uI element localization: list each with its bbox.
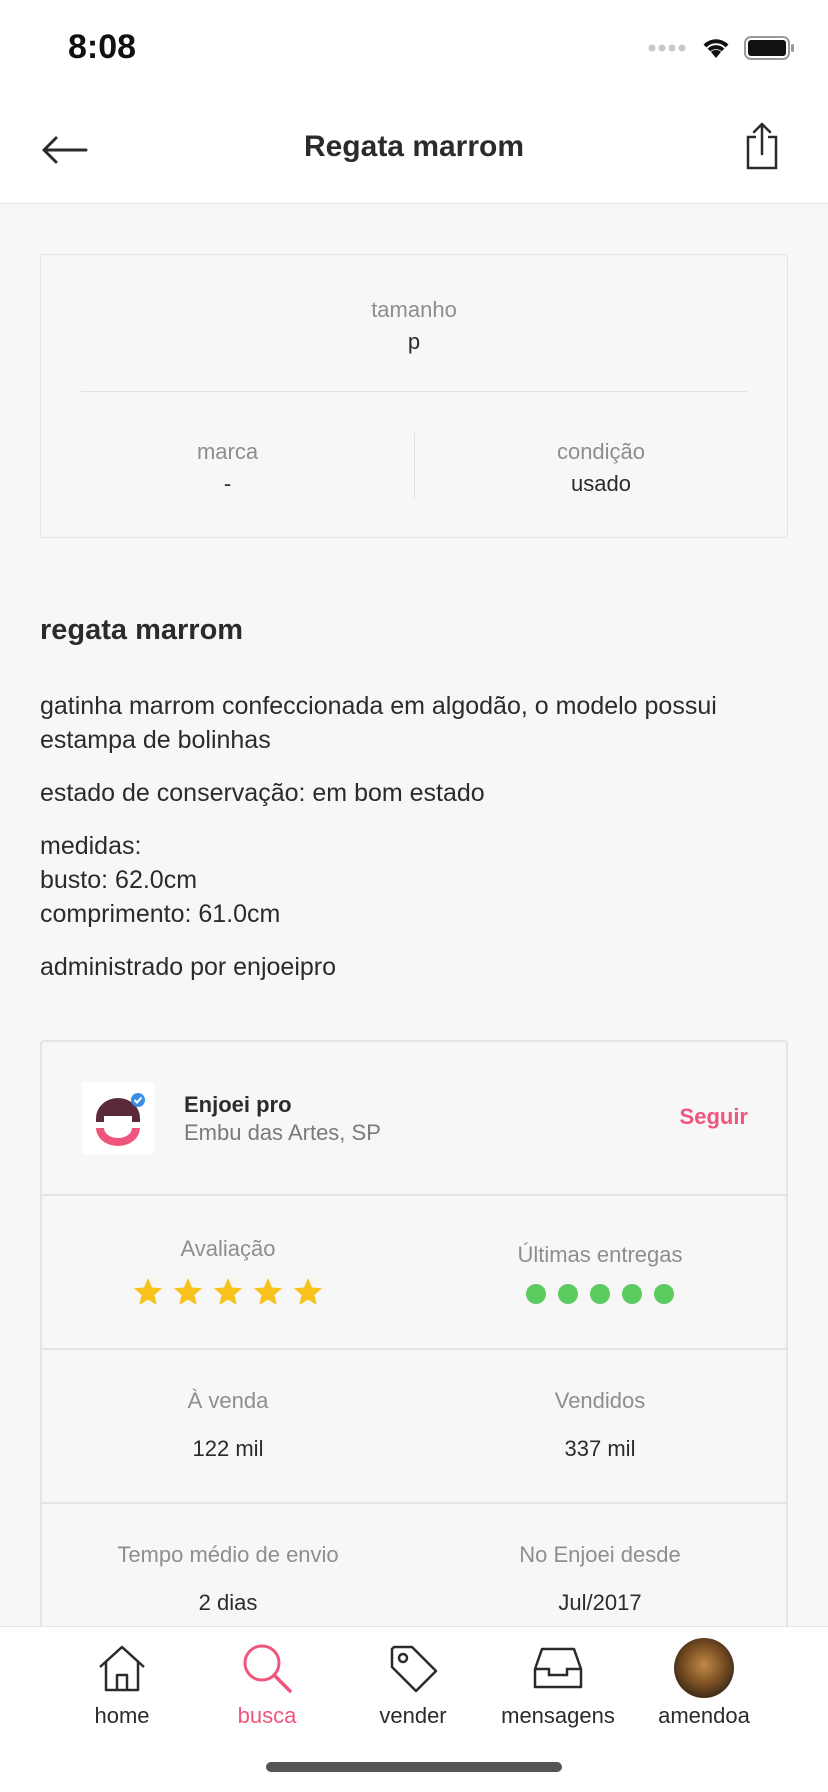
signal-icon	[648, 44, 686, 52]
tab-label: busca	[237, 1703, 297, 1728]
home-icon	[47, 1637, 197, 1699]
size-attribute: tamanho p	[41, 297, 787, 355]
rating-stars	[42, 1276, 414, 1308]
seller-header[interactable]: Enjoei pro Embu das Artes, SP Seguir	[42, 1042, 786, 1196]
managed-by-text: administrado por enjoeipro	[40, 953, 337, 981]
length-measure: comprimento: 61.0cm	[40, 900, 281, 928]
ship-time-value: 2 dias	[198, 1590, 258, 1615]
avatar	[629, 1637, 779, 1699]
product-description: regata marrom gatinha marrom confecciona…	[40, 614, 788, 1003]
tag-icon	[338, 1637, 488, 1699]
for-sale-label: À venda	[187, 1388, 269, 1413]
rating-label: Avaliação	[180, 1236, 276, 1261]
delivery-dot	[526, 1284, 546, 1304]
star-icon	[213, 1278, 243, 1305]
share-icon	[746, 122, 778, 170]
search-icon	[192, 1637, 342, 1699]
description-title: regata marrom	[40, 614, 244, 646]
rating-stat[interactable]: Avaliação	[42, 1236, 414, 1308]
tab-label: mensagens	[501, 1703, 615, 1728]
delivery-dot	[590, 1284, 610, 1304]
status-icons	[648, 34, 796, 62]
ship-time-stat: Tempo médio de envio 2 dias	[42, 1542, 414, 1616]
tab-search[interactable]: busca	[192, 1637, 342, 1729]
size-value: p	[407, 329, 421, 354]
member-since-label: No Enjoei desde	[519, 1542, 681, 1567]
delivery-dot	[654, 1284, 674, 1304]
wifi-icon	[703, 39, 729, 58]
star-icon	[133, 1278, 163, 1305]
tab-label: amendoa	[658, 1703, 750, 1728]
sold-label: Vendidos	[554, 1388, 646, 1413]
battery-icon	[744, 36, 794, 60]
attributes-card: tamanho p marca - condição usado	[40, 254, 788, 538]
brand-label: marca	[196, 439, 259, 464]
seller-logo	[82, 1082, 154, 1154]
seller-location: Embu das Artes, SP	[184, 1120, 381, 1145]
seller-card: Enjoei pro Embu das Artes, SP Seguir Ava…	[40, 1040, 788, 1640]
condition-value: usado	[571, 471, 631, 496]
for-sale-stat: À venda 122 mil	[42, 1388, 414, 1462]
star-icon	[293, 1278, 323, 1305]
tab-profile[interactable]: amendoa	[629, 1637, 779, 1729]
sold-stat: Vendidos 337 mil	[414, 1388, 786, 1462]
star-icon	[253, 1278, 283, 1305]
star-icon	[173, 1278, 203, 1305]
brand-value: -	[223, 471, 232, 496]
share-button[interactable]	[736, 116, 788, 176]
inbox-icon	[483, 1637, 633, 1699]
deliveries-dots	[414, 1284, 786, 1304]
tab-messages[interactable]: mensagens	[483, 1637, 633, 1729]
deliveries-label: Últimas entregas	[517, 1242, 683, 1267]
shipping-row: Tempo médio de envio 2 dias No Enjoei de…	[42, 1504, 786, 1638]
tab-label: vender	[379, 1703, 447, 1728]
profile-avatar	[674, 1638, 734, 1698]
enjoei-logo-icon	[96, 1093, 145, 1146]
divider	[81, 391, 747, 392]
deliveries-stat[interactable]: Últimas entregas	[414, 1242, 786, 1304]
bust-measure: busto: 62.0cm	[40, 866, 198, 894]
member-since-value: Jul/2017	[558, 1590, 642, 1615]
description-text: gatinha marrom confeccionada em algodão,…	[40, 692, 717, 754]
status-bar: 8:08	[0, 0, 828, 96]
tab-label: home	[94, 1703, 150, 1728]
tab-home[interactable]: home	[47, 1637, 197, 1729]
sales-row: À venda 122 mil Vendidos 337 mil	[42, 1350, 786, 1504]
member-since-stat: No Enjoei desde Jul/2017	[414, 1542, 786, 1616]
follow-button[interactable]: Seguir	[680, 1104, 748, 1130]
navigation-bar: Regata marrom	[0, 96, 828, 204]
reputation-row: Avaliação Últimas entregas	[42, 1196, 786, 1350]
delivery-dot	[558, 1284, 578, 1304]
measures-block: medidas: busto: 62.0cm comprimento: 61.0…	[40, 829, 788, 931]
measures-title: medidas:	[40, 832, 142, 860]
status-time: 8:08	[68, 28, 137, 66]
conservation-text: estado de conservação: em bom estado	[40, 779, 485, 807]
condition-label: condição	[556, 439, 646, 464]
ship-time-label: Tempo médio de envio	[117, 1542, 339, 1567]
brand-attribute: marca -	[41, 439, 414, 497]
home-indicator	[266, 1762, 562, 1772]
delivery-dot	[622, 1284, 642, 1304]
tab-sell[interactable]: vender	[338, 1637, 488, 1729]
condition-attribute: condição usado	[415, 439, 787, 497]
page-title: Regata marrom	[303, 130, 525, 163]
for-sale-value: 122 mil	[192, 1436, 264, 1461]
seller-name: Enjoei pro	[184, 1092, 292, 1117]
sold-value: 337 mil	[564, 1436, 636, 1461]
size-label: tamanho	[371, 297, 457, 322]
